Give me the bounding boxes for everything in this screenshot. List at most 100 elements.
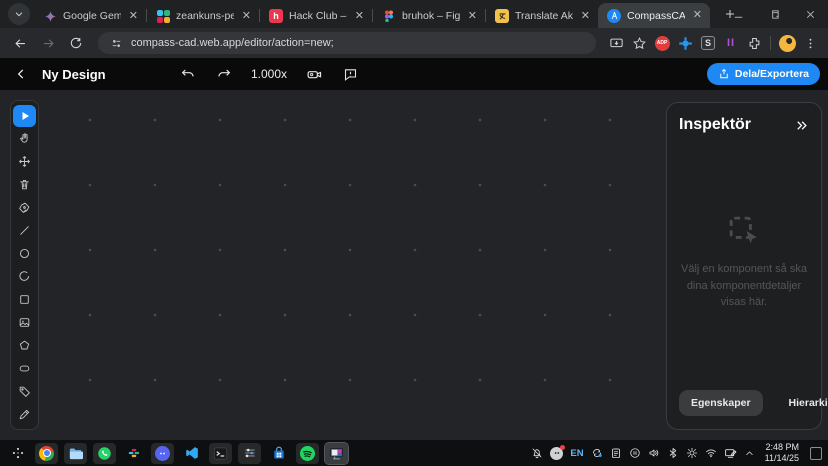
inspector-tab-hierarki[interactable]: Hierarki: [777, 390, 828, 416]
arc-tool[interactable]: [13, 266, 36, 288]
taskbar-store-app[interactable]: [267, 443, 290, 464]
vscode-icon: [185, 446, 199, 460]
undo-button[interactable]: [175, 61, 201, 87]
tab-search-button[interactable]: [8, 3, 30, 25]
label-tool[interactable]: [13, 381, 36, 403]
translate-favicon: [495, 9, 509, 23]
address-bar[interactable]: compass-cad.web.app/editor/action=new;: [98, 32, 596, 54]
taskbar-chrome-app[interactable]: [35, 443, 58, 464]
spotify-icon: [300, 446, 315, 461]
forward-button[interactable]: [36, 31, 60, 55]
store-icon: [272, 446, 286, 460]
rectangle-tool[interactable]: [13, 289, 36, 311]
minimize-button[interactable]: [720, 0, 756, 28]
compasscad-favicon: [607, 9, 621, 23]
install-app-icon: [609, 36, 624, 51]
polygon-tool[interactable]: [13, 335, 36, 357]
tab-close-icon[interactable]: ✕: [691, 8, 704, 23]
toolbar-divider: [770, 36, 771, 50]
taskbar-whatsapp-app[interactable]: [93, 443, 116, 464]
feedback-button[interactable]: [337, 61, 363, 87]
redo-button[interactable]: [211, 61, 237, 87]
blue-extension-icon[interactable]: [675, 33, 695, 53]
star-icon: [632, 36, 647, 51]
close-window-button[interactable]: [792, 0, 828, 28]
tray-media-pause-icon[interactable]: [629, 447, 641, 459]
editor-header: Ny Design 1.000x Dela/Exportera: [0, 58, 828, 90]
taskbar-discord-app-app[interactable]: [151, 443, 174, 464]
measure-tool-icon: [18, 408, 31, 421]
browser-tab-google-gemini[interactable]: Google Gemini ✕: [34, 4, 146, 28]
taskbar-spotify-app[interactable]: [296, 443, 319, 464]
mixer-icon: [243, 446, 257, 460]
image-tool[interactable]: [13, 312, 36, 334]
tray-brightness-icon[interactable]: [686, 447, 698, 459]
browser-tab-bruhok-figma[interactable]: bruhok – Figma ✕: [373, 4, 485, 28]
tab-close-icon[interactable]: ✕: [466, 9, 479, 24]
clock-time: 2:48 PM: [765, 442, 799, 453]
tray-bluetooth-icon[interactable]: [667, 447, 679, 459]
adblock-extension-icon[interactable]: ADP: [652, 33, 672, 53]
delete-tool[interactable]: [13, 174, 36, 196]
camera-view-button[interactable]: [301, 61, 327, 87]
stylus-extension-icon[interactable]: S: [698, 33, 718, 53]
zoom-level[interactable]: 1.000x: [247, 67, 291, 81]
toolbar-icons: ADP S II: [606, 33, 820, 53]
reload-button[interactable]: [64, 31, 88, 55]
browser-tab-translate-aksara-j[interactable]: Translate Aksara J ✕: [486, 4, 598, 28]
browser-tab-hack-club-ship[interactable]: h Hack Club – Ship ✕: [260, 4, 372, 28]
tray-notifications-muted-icon[interactable]: [531, 447, 543, 459]
tray-language-icon[interactable]: EN: [570, 448, 583, 459]
taskbar-vscode-app[interactable]: [180, 443, 203, 464]
line-tool[interactable]: [13, 220, 36, 242]
line-tool-icon: [18, 224, 31, 237]
taskbar-slack-app-app[interactable]: [122, 443, 145, 464]
pan-tool[interactable]: [13, 128, 36, 150]
select-tool[interactable]: [13, 105, 36, 127]
forward-arrow-icon: [41, 36, 56, 51]
slack-favicon: [156, 9, 170, 23]
browser-menu-button[interactable]: [800, 33, 820, 53]
taskbar-file-explorer-app[interactable]: [64, 443, 87, 464]
share-export-button[interactable]: Dela/Exportera: [707, 63, 820, 85]
move-tool[interactable]: [13, 151, 36, 173]
taskbar-terminal-app[interactable]: [209, 443, 232, 464]
measure-tool[interactable]: [13, 404, 36, 426]
circle-tool[interactable]: [13, 243, 36, 265]
taskbar-mixer-app[interactable]: [238, 443, 261, 464]
extensions-menu-button[interactable]: [744, 33, 764, 53]
tab-close-icon[interactable]: ✕: [353, 9, 366, 24]
taskbar-clock[interactable]: 2:48 PM 11/14/25: [765, 442, 799, 465]
language-indicator: EN: [570, 448, 583, 459]
tray-wifi-icon[interactable]: [705, 447, 717, 459]
rounded-rectangle-tool[interactable]: [13, 358, 36, 380]
purple-extension-icon[interactable]: II: [721, 33, 741, 53]
pen-tool[interactable]: [13, 197, 36, 219]
editor-back-button[interactable]: [8, 61, 34, 87]
browser-tab-compasscad[interactable]: CompassCAD ✕: [598, 3, 710, 28]
bookmark-button[interactable]: [629, 33, 649, 53]
collapse-panel-icon[interactable]: [794, 118, 809, 133]
tray-discord-tray-icon[interactable]: [550, 447, 563, 460]
install-app-button[interactable]: [606, 33, 626, 53]
browser-tab-zeankuns-persona[interactable]: zeankuns-persona ✕: [147, 4, 259, 28]
tab-close-icon[interactable]: ✕: [127, 9, 140, 24]
tray-volume-icon[interactable]: [648, 447, 660, 459]
tray-clipboard-icon[interactable]: [610, 447, 622, 459]
tray-display-pen-icon[interactable]: [724, 447, 737, 460]
figma-favicon: [382, 9, 396, 23]
tab-close-icon[interactable]: ✕: [579, 9, 592, 24]
taskbar-start-menu-button[interactable]: [6, 443, 29, 464]
restore-icon: [769, 9, 780, 20]
design-title: Ny Design: [42, 67, 106, 82]
tray-sync-icon[interactable]: [591, 447, 603, 459]
inspector-tab-egenskaper[interactable]: Egenskaper: [679, 390, 763, 416]
tray-chevron-up-icon[interactable]: [744, 448, 755, 459]
show-desktop-button[interactable]: [810, 447, 822, 460]
back-button[interactable]: [8, 31, 32, 55]
tab-close-icon[interactable]: ✕: [240, 9, 253, 24]
back-arrow-icon: [13, 36, 28, 51]
profile-avatar[interactable]: [777, 33, 797, 53]
restore-button[interactable]: [756, 0, 792, 28]
taskbar-screen-app-app[interactable]: [325, 443, 348, 464]
